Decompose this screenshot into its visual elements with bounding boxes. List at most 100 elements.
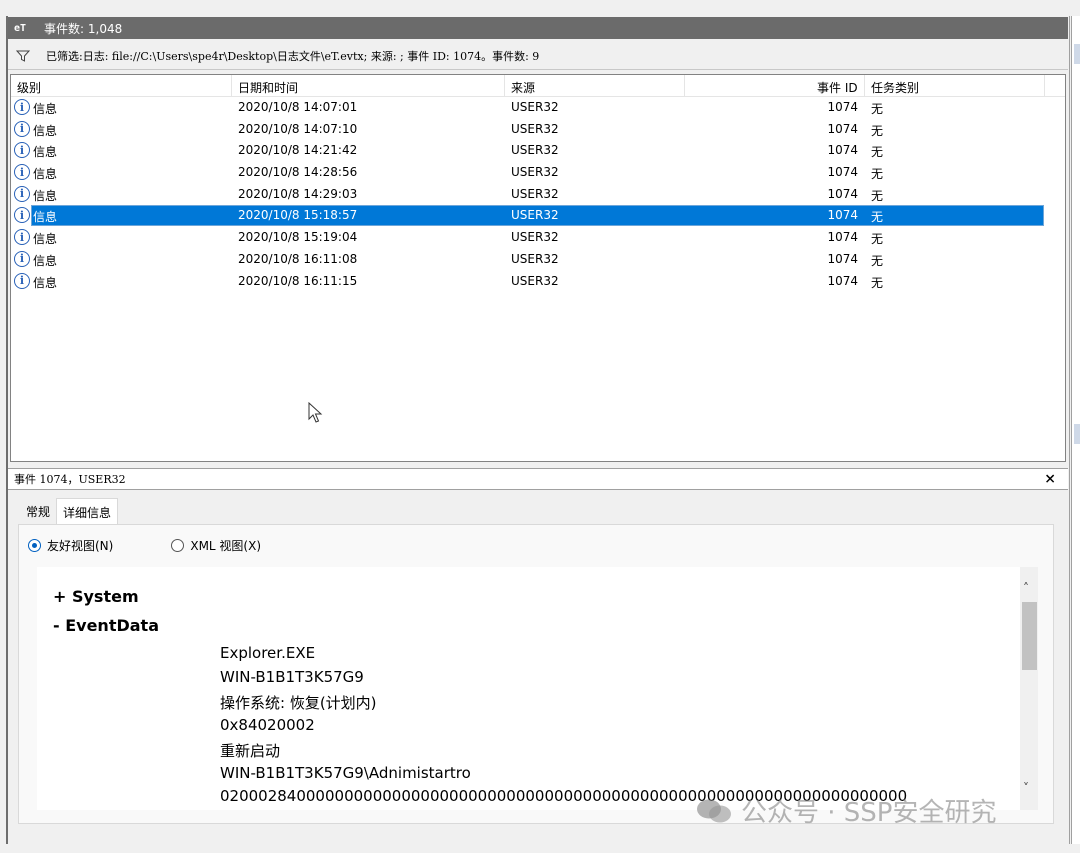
column-header-level[interactable]: 级别 xyxy=(17,79,41,95)
cell-level: 信息 xyxy=(33,210,58,225)
info-icon: i xyxy=(14,99,30,115)
cell-level: 信息 xyxy=(33,232,58,247)
cell-task-category: 无 xyxy=(871,232,884,247)
scroll-thumb[interactable] xyxy=(1022,602,1037,670)
cell-task-category: 无 xyxy=(871,123,884,138)
cell-datetime: 2020/10/8 14:07:01 xyxy=(238,100,358,114)
cell-event-id: 1074 xyxy=(827,230,858,245)
column-header-source[interactable]: 来源 xyxy=(511,79,535,95)
cell-source: USER32 xyxy=(511,165,559,180)
cell-level: 信息 xyxy=(33,167,58,182)
cell-datetime: 2020/10/8 14:29:03 xyxy=(238,186,358,201)
right-panel-bar xyxy=(1074,44,1080,64)
eventdata-value: 重新启动 xyxy=(220,742,281,760)
wechat-icon xyxy=(697,799,731,822)
xml-view-label[interactable]: XML 视图(X) xyxy=(190,537,261,554)
cell-event-id: 1074 xyxy=(827,273,858,288)
info-icon: i xyxy=(14,120,30,137)
table-body: i 信息 2020/10/8 14:07:01 USER32 1074 无 i 信息 2020/… xyxy=(11,97,1065,292)
eventdata-value: 0x84020002 xyxy=(220,716,315,734)
event-count: 事件数: 1,048 xyxy=(44,21,123,36)
event-data-scrollbar[interactable]: ˄ ˅ xyxy=(1020,567,1038,810)
table-row[interactable]: i 信息 2020/10/8 15:18:57 USER32 1074 无 xyxy=(11,205,1065,227)
cell-level: 信息 xyxy=(33,275,58,290)
table-row[interactable]: i 信息 2020/10/8 16:11:08 USER32 1074 无 xyxy=(11,249,1065,271)
system-node-toggle[interactable]: + System xyxy=(53,587,139,606)
column-header-task-category[interactable]: 任务类别 xyxy=(871,79,919,95)
cell-source: USER32 xyxy=(511,230,559,245)
table-row[interactable]: i 信息 2020/10/8 14:28:56 USER32 1074 无 xyxy=(11,162,1065,184)
table-row[interactable]: i 信息 2020/10/8 15:19:04 USER32 1074 无 xyxy=(11,227,1065,249)
cell-task-category: 无 xyxy=(871,275,884,290)
detail-tabs: 常规 详细信息 xyxy=(20,498,119,524)
scroll-down-icon[interactable]: ˅ xyxy=(1023,781,1029,795)
cell-datetime: 2020/10/8 14:07:10 xyxy=(238,121,358,136)
cell-task-category: 无 xyxy=(871,102,884,116)
cell-event-id: 1074 xyxy=(827,100,858,114)
friendly-view-label[interactable]: 友好视图(N) xyxy=(47,537,113,554)
cell-source: USER32 xyxy=(511,100,559,114)
table-row[interactable]: i 信息 2020/10/8 16:11:15 USER32 1074 无 xyxy=(11,271,1065,293)
cell-level: 信息 xyxy=(33,123,58,138)
view-mode-options: 友好视图(N) XML 视图(X) xyxy=(28,536,261,554)
table-row[interactable]: i 信息 2020/10/8 14:07:10 USER32 1074 无 xyxy=(11,119,1065,141)
event-data-view[interactable]: + System - EventData Explorer.EXE WIN-B1… xyxy=(37,567,1020,810)
cell-source: USER32 xyxy=(511,251,559,266)
info-icon: i xyxy=(14,207,30,224)
cell-level: 信息 xyxy=(33,102,58,116)
info-icon: i xyxy=(14,272,30,289)
cell-event-id: 1074 xyxy=(827,121,858,136)
right-side-panel xyxy=(1071,16,1080,844)
right-panel-bar xyxy=(1074,424,1080,444)
table-row[interactable]: i 信息 2020/10/8 14:07:01 USER32 1074 无 xyxy=(11,97,1065,119)
close-detail-button[interactable]: × xyxy=(1044,471,1056,487)
eventdata-node-toggle[interactable]: - EventData xyxy=(53,616,159,635)
tab-general[interactable]: 常规 xyxy=(20,498,56,524)
event-log-app-icon: eT xyxy=(14,22,27,34)
filter-icon xyxy=(16,50,30,62)
cell-event-id: 1074 xyxy=(827,143,858,158)
filter-description: 已筛选:日志: file://C:\Users\spe4r\Desktop\日志… xyxy=(46,49,540,63)
info-icon: i xyxy=(14,229,30,246)
cursor-arrow-icon xyxy=(308,402,323,423)
filter-bar: 已筛选:日志: file://C:\Users\spe4r\Desktop\日志… xyxy=(8,42,1068,70)
cell-task-category: 无 xyxy=(871,188,884,203)
cell-level: 信息 xyxy=(33,145,58,160)
cell-event-id: 1074 xyxy=(827,251,858,266)
sort-ascending-icon: ^ xyxy=(364,74,372,81)
info-icon: i xyxy=(14,164,30,181)
column-separator xyxy=(231,75,232,97)
watermark: 公众号 · SSP安全研究 xyxy=(695,792,996,829)
cell-datetime: 2020/10/8 16:11:08 xyxy=(238,251,358,266)
eventdata-value: WIN-B1B1T3K57G9\Adnimistartro xyxy=(220,764,471,782)
info-icon: i xyxy=(14,250,30,267)
xml-view-radio[interactable] xyxy=(171,538,185,552)
tab-details[interactable]: 详细信息 xyxy=(56,498,119,524)
cell-event-id: 1074 xyxy=(827,186,858,201)
table-row[interactable]: i 信息 2020/10/8 14:21:42 USER32 1074 无 xyxy=(11,140,1065,162)
cell-source: USER32 xyxy=(511,143,559,158)
cell-source: USER32 xyxy=(511,186,559,201)
cell-datetime: 2020/10/8 15:18:57 xyxy=(238,208,358,223)
table-header: 级别 日期和时间 ^ 来源 事件 ID 任务类别 xyxy=(11,75,1065,97)
scroll-up-icon[interactable]: ˄ xyxy=(1023,581,1029,595)
cell-task-category: 无 xyxy=(871,253,884,268)
eventdata-value: WIN-B1B1T3K57G9 xyxy=(220,668,364,686)
table-row[interactable]: i 信息 2020/10/8 14:29:03 USER32 1074 无 xyxy=(11,184,1065,206)
friendly-view-radio[interactable] xyxy=(28,538,41,552)
column-separator xyxy=(504,75,505,97)
column-header-datetime[interactable]: 日期和时间 xyxy=(238,79,298,95)
event-table[interactable]: 级别 日期和时间 ^ 来源 事件 ID 任务类别 i 信息 2020/10/8 14… xyxy=(10,74,1066,462)
cell-source: USER32 xyxy=(511,208,559,223)
cell-task-category: 无 xyxy=(871,210,884,225)
eventdata-value: Explorer.EXE xyxy=(220,644,316,662)
watermark-text: 公众号 · SSP安全研究 xyxy=(741,798,997,828)
cell-datetime: 2020/10/8 16:11:15 xyxy=(238,273,358,288)
event-log-title-bar: eT 事件数: 1,048 xyxy=(8,17,1068,39)
column-separator xyxy=(864,75,865,97)
column-header-event-id[interactable]: 事件 ID xyxy=(817,79,858,95)
cell-level: 信息 xyxy=(33,188,58,203)
cell-datetime: 2020/10/8 15:19:04 xyxy=(238,230,358,245)
cell-level: 信息 xyxy=(33,253,58,268)
column-separator xyxy=(1044,75,1045,97)
